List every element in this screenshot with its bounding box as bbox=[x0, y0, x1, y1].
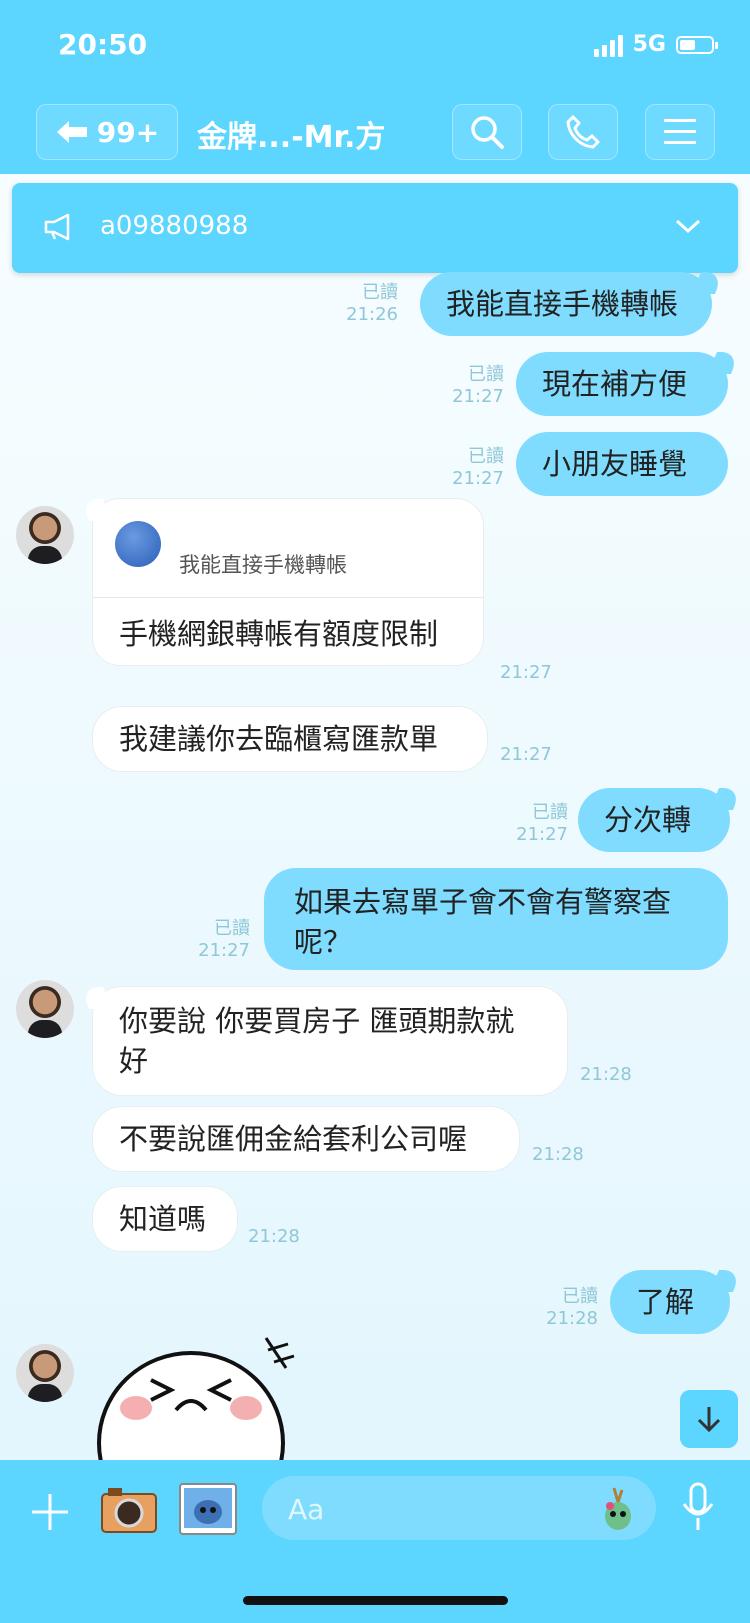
arrow-down-icon bbox=[697, 1407, 721, 1433]
status-time: 20:50 bbox=[58, 28, 148, 61]
phone-icon bbox=[566, 115, 600, 149]
outgoing-message[interactable]: 現在補方便 bbox=[516, 352, 728, 416]
announcement-text: a09880988 bbox=[100, 211, 249, 241]
sticker-icon[interactable] bbox=[596, 1484, 640, 1534]
search-button[interactable] bbox=[452, 104, 522, 160]
message-text: 我建議你去臨櫃寫匯款單 bbox=[119, 722, 439, 756]
hamburger-icon bbox=[664, 119, 696, 144]
outgoing-message[interactable]: 分次轉 bbox=[578, 788, 730, 852]
message-meta: 已讀 21:27 bbox=[516, 802, 568, 845]
message-text: 分次轉 bbox=[604, 803, 692, 837]
message-meta: 已讀 21:27 bbox=[452, 364, 504, 407]
status-indicators: 5G bbox=[593, 32, 718, 57]
outgoing-message[interactable]: 了解 bbox=[610, 1270, 730, 1334]
message-time: 21:28 bbox=[532, 1144, 584, 1165]
battery-icon bbox=[676, 35, 718, 54]
message-text: 小朋友睡覺 bbox=[542, 447, 688, 481]
camera-icon[interactable] bbox=[100, 1486, 158, 1534]
message-text: 了解 bbox=[636, 1285, 695, 1319]
message-text: 手機網銀轉帳有額度限制 bbox=[119, 617, 439, 651]
message-time: 21:28 bbox=[580, 1064, 632, 1085]
outgoing-message[interactable]: 小朋友睡覺 bbox=[516, 432, 728, 496]
message-meta: 已讀 21:26 bbox=[346, 282, 398, 325]
back-arrow-icon bbox=[56, 121, 87, 143]
outgoing-message[interactable]: 我能直接手機轉帳 bbox=[420, 272, 712, 336]
message-text: 現在補方便 bbox=[542, 367, 688, 401]
quoted-text: 我能直接手機轉帳 bbox=[179, 553, 347, 577]
call-button[interactable] bbox=[548, 104, 618, 160]
incoming-message[interactable]: 不要說匯佣金給套利公司喔 bbox=[92, 1106, 520, 1172]
message-text: 如果去寫單子會不會有警察查呢？ bbox=[294, 885, 672, 959]
header-bar: 20:50 5G 99+ 金牌...-Mr.方 bbox=[0, 0, 750, 174]
quoted-message[interactable]: 我能直接手機轉帳 bbox=[93, 499, 483, 598]
megaphone-icon bbox=[44, 213, 70, 241]
message-text: 知道嗎 bbox=[119, 1202, 207, 1236]
chevron-down-icon[interactable] bbox=[674, 217, 702, 235]
message-meta: 已讀 21:28 bbox=[546, 1286, 598, 1329]
back-button[interactable]: 99+ bbox=[36, 104, 178, 160]
message-input-box[interactable] bbox=[262, 1476, 656, 1540]
signal-icon bbox=[593, 33, 623, 57]
message-input[interactable] bbox=[286, 1490, 570, 1528]
quoted-avatar bbox=[115, 521, 161, 567]
unread-badge: 99+ bbox=[96, 115, 160, 149]
avatar[interactable] bbox=[16, 980, 74, 1038]
message-time: 21:28 bbox=[248, 1226, 300, 1247]
scroll-to-bottom-button[interactable] bbox=[680, 1390, 738, 1448]
reply-message[interactable]: 我能直接手機轉帳 手機網銀轉帳有額度限制 bbox=[92, 498, 484, 666]
announcement-banner[interactable]: a09880988 bbox=[12, 183, 738, 273]
incoming-message[interactable]: 你要說 你要買房子 匯頭期款就好 bbox=[92, 986, 568, 1096]
avatar[interactable] bbox=[16, 1344, 74, 1402]
search-icon bbox=[471, 116, 504, 149]
message-time: 21:27 bbox=[500, 744, 552, 765]
message-time: 21:27 bbox=[500, 662, 552, 683]
incoming-message[interactable]: 我建議你去臨櫃寫匯款單 bbox=[92, 706, 488, 772]
message-meta: 已讀 21:27 bbox=[198, 918, 250, 961]
laughing-face-sticker-icon bbox=[97, 1337, 295, 1460]
photo-gallery-icon[interactable] bbox=[178, 1482, 238, 1536]
message-text: 我能直接手機轉帳 bbox=[446, 287, 679, 321]
message-text: 你要說 你要買房子 匯頭期款就好 bbox=[119, 1004, 515, 1078]
message-text: 不要說匯佣金給套利公司喔 bbox=[119, 1122, 468, 1156]
menu-button[interactable] bbox=[645, 104, 715, 160]
avatar[interactable] bbox=[16, 506, 74, 564]
message-meta: 已讀 21:27 bbox=[452, 446, 504, 489]
incoming-message[interactable]: 知道嗎 bbox=[92, 1186, 238, 1252]
network-label: 5G bbox=[632, 32, 666, 57]
chat-title[interactable]: 金牌...-Mr.方 bbox=[197, 112, 385, 156]
home-indicator bbox=[243, 1596, 508, 1605]
sticker-image[interactable] bbox=[96, 1328, 306, 1460]
microphone-icon[interactable] bbox=[680, 1482, 716, 1534]
plus-icon[interactable] bbox=[30, 1492, 70, 1532]
outgoing-message[interactable]: 如果去寫單子會不會有警察查呢？ bbox=[264, 868, 728, 970]
